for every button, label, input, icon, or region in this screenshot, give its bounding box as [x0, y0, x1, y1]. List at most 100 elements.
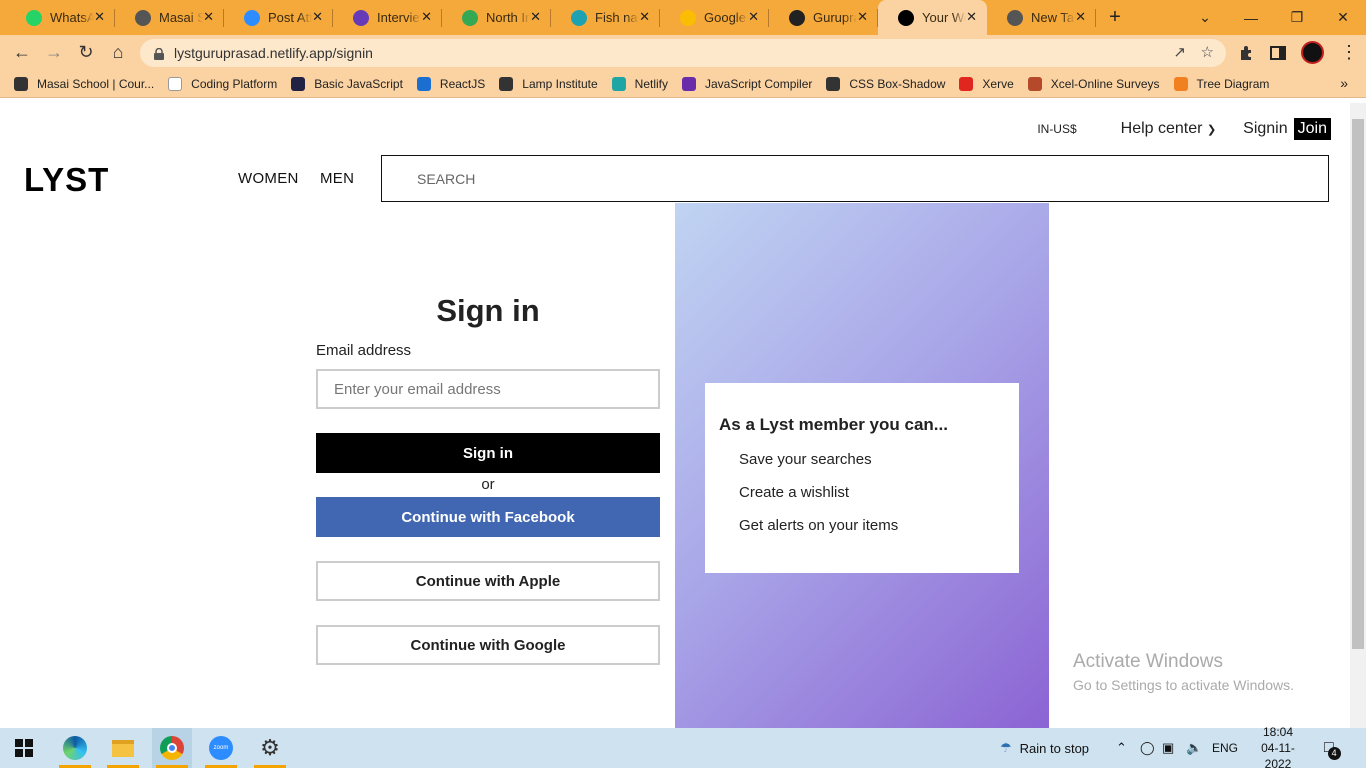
or-divider: or: [481, 476, 495, 493]
close-icon[interactable]: ✕: [639, 9, 650, 25]
search-input[interactable]: SEARCH: [381, 155, 1329, 202]
email-field[interactable]: Enter your email address: [316, 369, 660, 409]
edge-icon: [416, 76, 431, 91]
back-icon[interactable]: ←: [6, 42, 38, 63]
tab-title: New Tab: [1031, 10, 1075, 25]
close-icon[interactable]: ✕: [748, 9, 759, 25]
signin-link[interactable]: Signin: [1243, 120, 1287, 138]
close-icon[interactable]: ✕: [203, 9, 214, 25]
benefits-heading: As a Lyst member you can...: [719, 415, 948, 434]
signin-title: Sign in: [436, 293, 540, 328]
bookmark-item[interactable]: CSS Box-Shadow: [826, 76, 945, 91]
browser-tab[interactable]: New Tab✕: [987, 0, 1096, 35]
search-placeholder: SEARCH: [417, 170, 476, 187]
google-button[interactable]: Continue with Google: [316, 625, 660, 665]
netlify-icon: [611, 76, 626, 91]
network-icon[interactable]: ▣: [1162, 728, 1174, 768]
facebook-button[interactable]: Continue with Facebook: [316, 497, 660, 537]
join-button[interactable]: Join: [1293, 118, 1331, 140]
utility-bar: IN-US$ Help center ❯ Signin Join: [1037, 118, 1331, 140]
meet-now-icon[interactable]: ◯: [1140, 728, 1155, 768]
tab-title: Guruprasad: [813, 10, 857, 25]
browser-tab[interactable]: Google Keep✕: [660, 0, 769, 35]
browser-tab[interactable]: Masai School✕: [115, 0, 224, 35]
bookmark-item[interactable]: Tree Diagram: [1173, 76, 1270, 91]
nav-women[interactable]: WOMEN: [238, 170, 299, 187]
browser-tab[interactable]: North India✕: [442, 0, 551, 35]
menu-icon[interactable]: ⋮: [1340, 35, 1358, 70]
file-explorer-icon[interactable]: [103, 728, 143, 768]
chrome-icon[interactable]: [152, 728, 192, 768]
weather-widget[interactable]: ☂ Rain to stop: [1000, 728, 1089, 768]
side-panel-icon[interactable]: [1270, 35, 1286, 70]
close-icon[interactable]: ✕: [94, 9, 105, 25]
currency-selector[interactable]: IN-US$: [1037, 122, 1076, 136]
scrollbar-thumb[interactable]: [1352, 119, 1364, 649]
address-bar[interactable]: lystguruprasad.netlify.app/signin ↗ ☆: [140, 39, 1226, 67]
benefit-item: Create a wishlist: [739, 484, 850, 501]
settings-gear-icon[interactable]: ⚙: [250, 728, 290, 768]
bookmark-item[interactable]: Xerve: [959, 76, 1014, 91]
browser-tab[interactable]: WhatsApp✕: [6, 0, 115, 35]
browser-tab[interactable]: Interview✕: [333, 0, 442, 35]
restore-button[interactable]: ❐: [1274, 0, 1320, 35]
close-icon[interactable]: ✕: [857, 9, 868, 25]
reload-icon[interactable]: ↻: [70, 42, 102, 63]
activate-windows-watermark: Activate Windows Go to Settings to activ…: [1073, 651, 1294, 693]
bookmark-label: Xerve: [982, 76, 1014, 91]
windows-taskbar: zoom ⚙ ☂ Rain to stop ⌃ ◯ ▣ 🔈 ENG 18:04 …: [0, 725, 1366, 771]
page-scrollbar[interactable]: [1350, 103, 1366, 728]
edge-icon[interactable]: [55, 728, 95, 768]
notification-center-icon[interactable]: □ 4: [1324, 728, 1341, 768]
signin-button[interactable]: Sign in: [316, 433, 660, 473]
close-icon[interactable]: ✕: [1075, 9, 1086, 25]
help-center-link[interactable]: Help center ❯: [1121, 120, 1217, 138]
chrome-icon: [1007, 9, 1023, 26]
browser-tab[interactable]: Post Attendance✕: [224, 0, 333, 35]
lyst-logo[interactable]: LYST: [24, 161, 109, 199]
windows-start-icon[interactable]: [4, 728, 44, 768]
share-icon[interactable]: ↗: [1173, 43, 1186, 61]
bookmark-item[interactable]: JavaScript Compiler: [682, 76, 812, 91]
more-bookmarks-icon[interactable]: »: [1340, 75, 1348, 91]
clock[interactable]: 18:04 04-11-2022: [1248, 725, 1308, 771]
close-icon[interactable]: ✕: [312, 9, 323, 25]
bookmark-label: Tree Diagram: [1196, 76, 1270, 91]
close-icon[interactable]: ✕: [530, 9, 541, 25]
volume-icon[interactable]: 🔈: [1186, 728, 1202, 768]
language-indicator[interactable]: ENG: [1212, 728, 1238, 768]
new-tab-button[interactable]: +: [1100, 6, 1130, 29]
help-center-label: Help center: [1120, 120, 1203, 137]
masai-icon: [168, 76, 183, 91]
maps-icon: [462, 9, 478, 26]
close-icon[interactable]: ✕: [421, 9, 432, 25]
benefit-item: Get alerts on your items: [739, 517, 899, 534]
bookmark-star-icon[interactable]: ☆: [1201, 43, 1214, 61]
close-window-button[interactable]: ✕: [1320, 0, 1366, 35]
umbrella-icon: [571, 9, 587, 26]
close-icon[interactable]: ✕: [966, 9, 977, 25]
browser-tab[interactable]: Fish names✕: [551, 0, 660, 35]
bookmark-label: ReactJS: [439, 76, 486, 91]
tab-search-icon[interactable]: ⌄: [1182, 0, 1228, 35]
javascript-icon: [291, 76, 306, 91]
bookmark-item[interactable]: Netlify: [611, 76, 668, 91]
bookmark-item[interactable]: Lamp Institute: [499, 76, 598, 91]
nav-men[interactable]: MEN: [320, 170, 354, 187]
watermark-title: Activate Windows: [1073, 651, 1223, 672]
bookmark-item[interactable]: Xcel-Online Surveys: [1027, 76, 1160, 91]
bookmark-item[interactable]: ReactJS: [416, 76, 486, 91]
bookmark-item[interactable]: Basic JavaScript: [291, 76, 403, 91]
extensions-icon[interactable]: [1238, 35, 1256, 70]
bookmark-item[interactable]: Masai School | Cour...: [14, 76, 154, 91]
browser-tab[interactable]: Guruprasad✕: [769, 0, 878, 35]
bookmark-item[interactable]: Coding Platform: [168, 76, 277, 91]
browser-tab[interactable]: Your Workspace✕: [878, 0, 987, 35]
minimize-button[interactable]: —: [1228, 0, 1274, 35]
forward-icon[interactable]: →: [38, 42, 70, 63]
home-icon[interactable]: ⌂: [102, 42, 134, 63]
apple-button[interactable]: Continue with Apple: [316, 561, 660, 601]
show-hidden-icons[interactable]: ⌃: [1116, 728, 1127, 768]
profile-avatar[interactable]: [1301, 35, 1324, 70]
zoom-icon[interactable]: zoom: [201, 728, 241, 768]
